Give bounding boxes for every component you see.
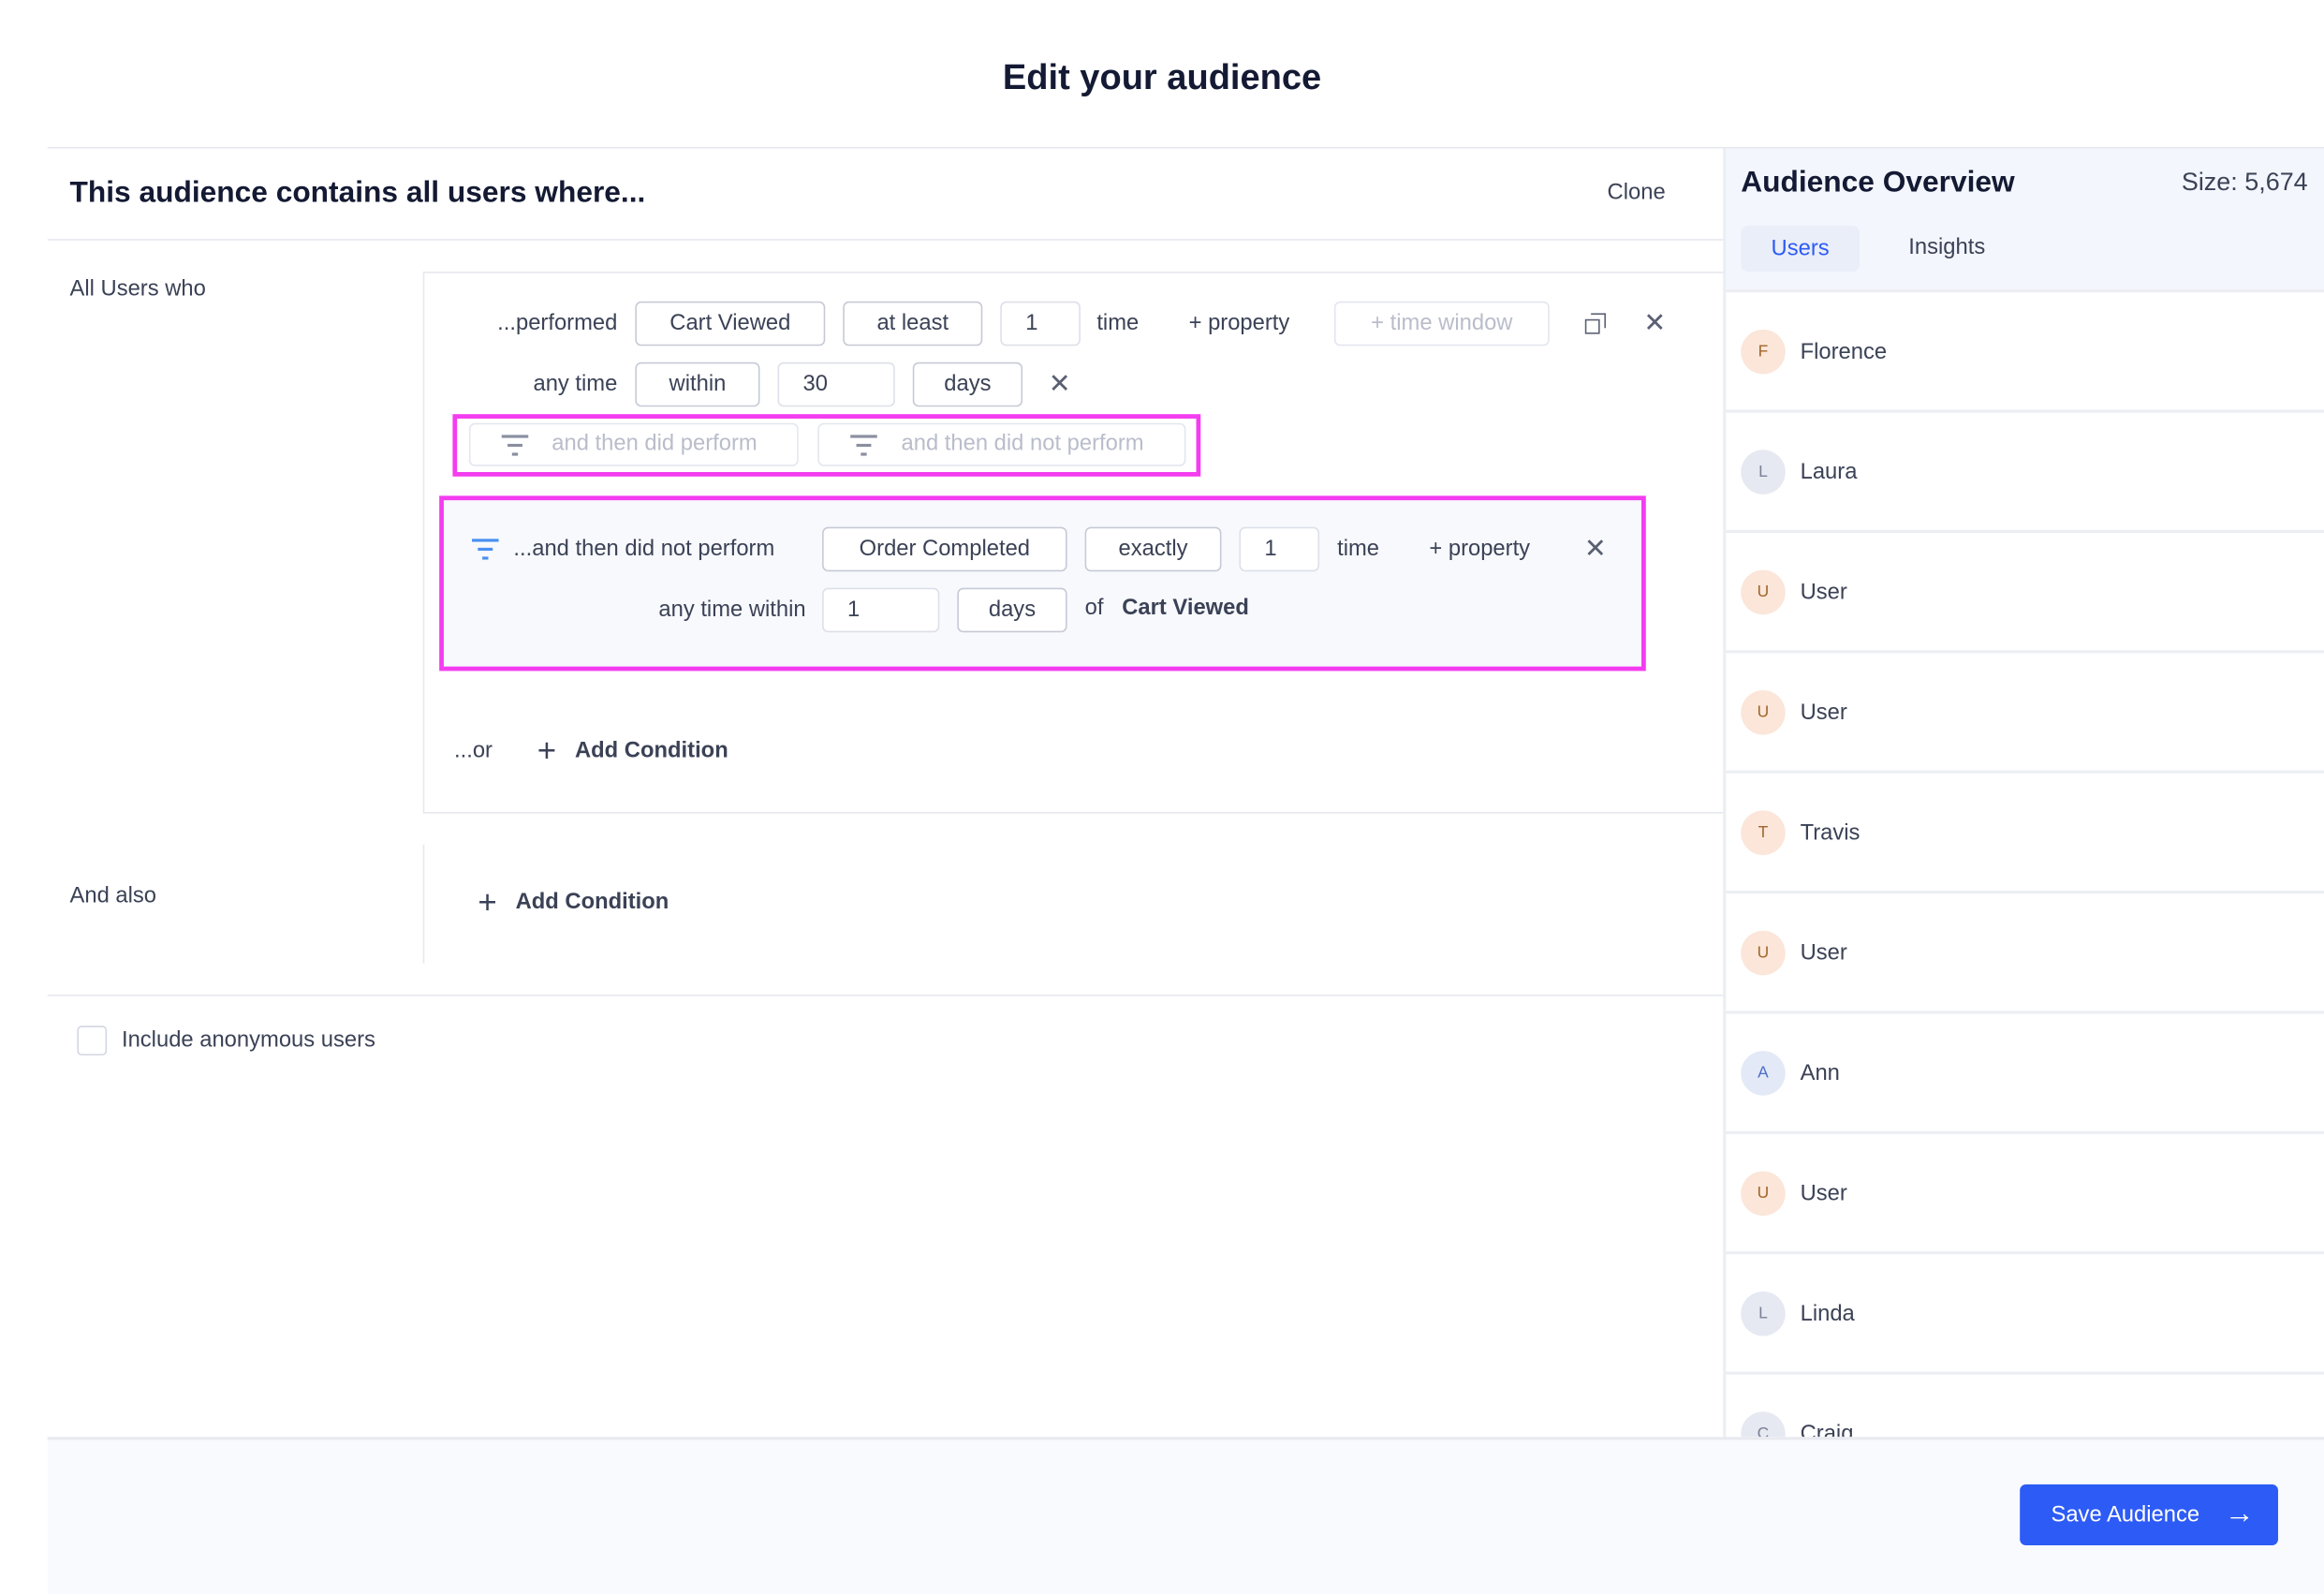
did-not-perform-label: ...and then did not perform bbox=[513, 536, 775, 562]
or-label: ...or bbox=[454, 737, 493, 763]
user-name: Laura bbox=[1800, 459, 1858, 485]
count-input[interactable]: 1 bbox=[1000, 301, 1081, 347]
time-value-input[interactable]: 30 bbox=[777, 362, 895, 407]
avatar: F bbox=[1741, 329, 1786, 375]
close-icon[interactable]: ✕ bbox=[1584, 534, 1607, 565]
user-name: Florence bbox=[1800, 339, 1888, 365]
funnel-count-input[interactable]: 1 bbox=[1239, 526, 1320, 572]
avatar: C bbox=[1741, 1411, 1786, 1438]
user-list-item[interactable]: F Florence bbox=[1724, 292, 2324, 413]
avatar: U bbox=[1741, 1171, 1786, 1217]
audience-size: Size: 5,674 bbox=[2181, 168, 2308, 197]
footer bbox=[47, 1437, 2324, 1594]
avatar: A bbox=[1741, 1051, 1786, 1096]
filter-icon bbox=[472, 539, 499, 560]
ref-event: Cart Viewed bbox=[1122, 595, 1249, 621]
and-then-did-perform-button[interactable]: and then did perform bbox=[468, 422, 799, 466]
funnel-operator-select[interactable]: exactly bbox=[1084, 526, 1222, 572]
overview-title: Audience Overview bbox=[1741, 166, 2015, 199]
operator-select[interactable]: at least bbox=[843, 301, 983, 347]
user-name: User bbox=[1800, 700, 1847, 726]
user-name: Ann bbox=[1800, 1060, 1840, 1086]
user-name: Travis bbox=[1800, 819, 1861, 846]
funnel-step bbox=[439, 495, 1646, 672]
funnel-time-input[interactable]: 1 bbox=[822, 587, 940, 633]
user-name: Craig bbox=[1800, 1421, 1854, 1438]
user-list-item[interactable]: L Laura bbox=[1724, 413, 2324, 534]
plus-icon: + bbox=[478, 883, 497, 921]
user-list-item[interactable]: U User bbox=[1724, 533, 2324, 654]
page-title: Edit your audience bbox=[1002, 57, 1322, 98]
add-property-button[interactable]: + property bbox=[1429, 535, 1530, 565]
close-icon[interactable]: ✕ bbox=[1643, 308, 1666, 339]
funnel-time-unit-select[interactable]: days bbox=[957, 587, 1067, 633]
add-condition-button[interactable]: + Add Condition bbox=[537, 734, 728, 767]
user-name: User bbox=[1800, 579, 1847, 605]
copy-icon[interactable] bbox=[1584, 313, 1606, 334]
user-list-item[interactable]: U User bbox=[1724, 893, 2324, 1014]
funnel-event-select[interactable]: Order Completed bbox=[822, 526, 1067, 572]
user-list-item[interactable]: U User bbox=[1724, 653, 2324, 774]
plus-icon: + bbox=[537, 731, 557, 770]
tab-users[interactable]: Users bbox=[1741, 225, 1861, 273]
add-property-button[interactable]: + property bbox=[1189, 309, 1290, 339]
user-list-item[interactable]: U User bbox=[1724, 1134, 2324, 1255]
anonymous-checkbox[interactable] bbox=[77, 1026, 108, 1055]
user-list-item[interactable]: L Linda bbox=[1724, 1254, 2324, 1375]
save-audience-button[interactable]: Save Audience → bbox=[2020, 1484, 2278, 1545]
time-label: time bbox=[1337, 536, 1380, 562]
and-also-add-condition-button[interactable]: + Add Condition bbox=[478, 885, 669, 918]
performed-label: ...performed bbox=[497, 310, 618, 336]
and-also-label: And also bbox=[69, 883, 157, 909]
time-unit-select[interactable]: days bbox=[912, 362, 1023, 407]
and-then-did-not-perform-button[interactable]: and then did not perform bbox=[817, 422, 1186, 466]
avatar: U bbox=[1741, 569, 1786, 615]
avatar: T bbox=[1741, 810, 1786, 855]
remove-time-icon[interactable]: ✕ bbox=[1049, 369, 1071, 400]
user-name: User bbox=[1800, 1180, 1847, 1206]
user-list-item[interactable]: C Craig bbox=[1725, 1375, 2324, 1438]
any-time-label: any time bbox=[533, 371, 618, 397]
user-list-item[interactable]: T Travis bbox=[1724, 774, 2324, 894]
avatar: L bbox=[1741, 450, 1786, 494]
time-operator-select[interactable]: within bbox=[635, 362, 760, 407]
all-users-label: All Users who bbox=[69, 275, 206, 302]
avatar: U bbox=[1741, 690, 1786, 735]
anonymous-label: Include anonymous users bbox=[121, 1026, 375, 1053]
avatar: L bbox=[1741, 1291, 1786, 1336]
arrow-right-icon: → bbox=[2224, 1498, 2255, 1531]
tab-insights[interactable]: Insights bbox=[1908, 233, 1985, 263]
any-time-within-label: any time within bbox=[658, 597, 806, 623]
add-time-window-button[interactable]: + time window bbox=[1333, 301, 1550, 347]
user-list-item[interactable]: A Ann bbox=[1724, 1014, 2324, 1134]
builder-header: This audience contains all users where..… bbox=[69, 176, 646, 210]
filter-icon bbox=[501, 435, 529, 456]
user-name: Linda bbox=[1800, 1301, 1855, 1327]
time-label: time bbox=[1096, 310, 1140, 336]
filter-icon bbox=[850, 435, 877, 456]
avatar: U bbox=[1741, 930, 1786, 976]
event-select[interactable]: Cart Viewed bbox=[635, 301, 826, 347]
user-name: User bbox=[1800, 940, 1847, 967]
clone-button[interactable]: Clone bbox=[1608, 178, 1666, 208]
of-label: of bbox=[1084, 595, 1104, 621]
